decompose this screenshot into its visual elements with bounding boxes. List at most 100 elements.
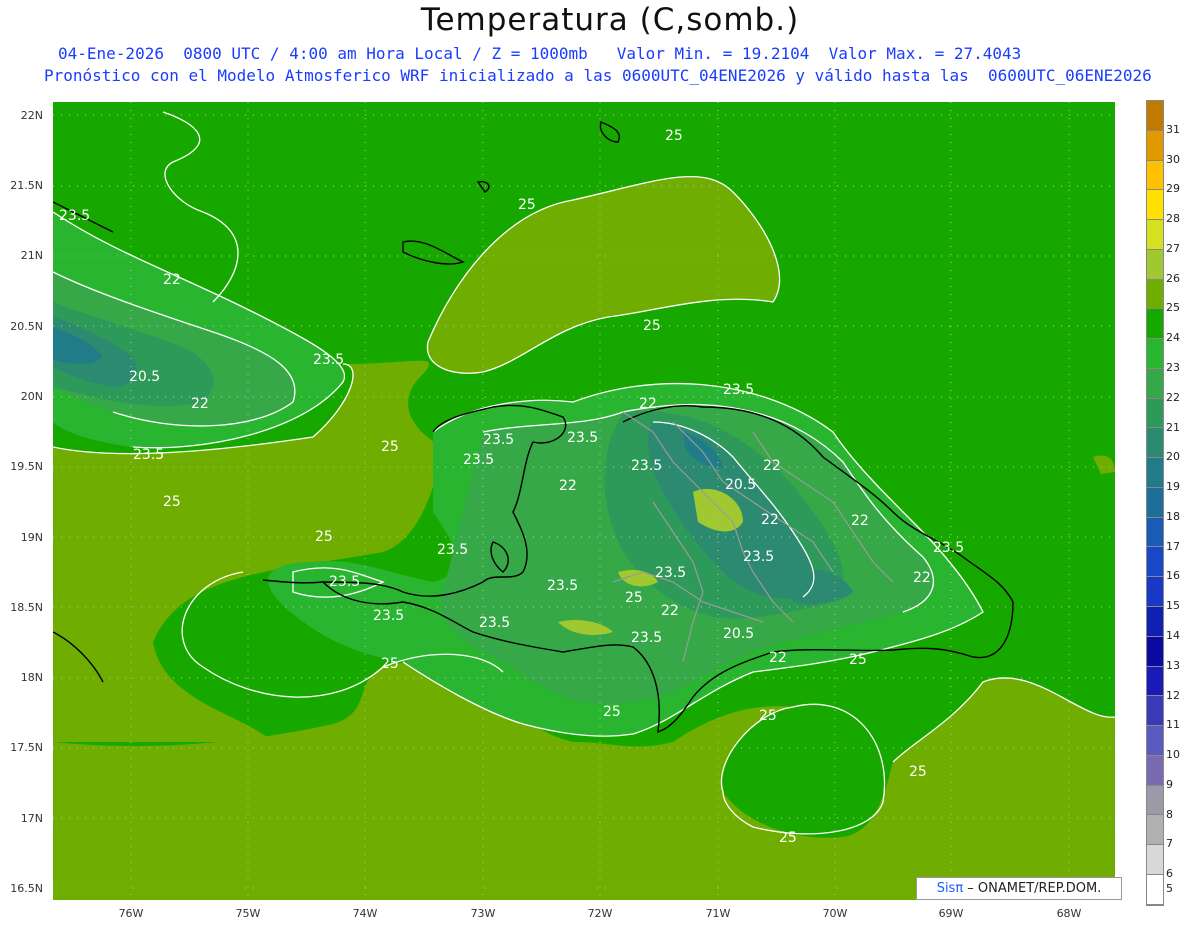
contour-label: 25 — [381, 656, 399, 672]
contour-label: 25 — [849, 652, 867, 668]
colorbar-swatch — [1147, 309, 1163, 340]
colorbar-label: 28 — [1166, 212, 1180, 226]
contour-label: 25 — [315, 529, 333, 545]
model-info-line: Pronóstico con el Modelo Atmosferico WRF… — [44, 66, 1152, 85]
lat-label: 17N — [20, 812, 43, 825]
lon-label: 68W — [1056, 907, 1082, 920]
colorbar-swatch — [1147, 726, 1163, 756]
lat-label: 16.5N — [10, 882, 43, 895]
contour-label: 25 — [625, 590, 643, 606]
forecast-time-line: 04-Ene-2026 0800 UTC / 4:00 am Hora Loca… — [58, 44, 1022, 63]
colorbar-label: 10 — [1166, 748, 1180, 762]
lon-label: 71W — [705, 907, 731, 920]
lat-label: 18.5N — [10, 601, 43, 614]
contour-label: 23.5 — [463, 452, 494, 468]
colorbar-label: 25 — [1166, 301, 1180, 315]
contour-label: 23.5 — [631, 458, 662, 474]
lat-label: 19.5N — [10, 460, 43, 473]
lon-label: 70W — [822, 907, 848, 920]
contour-label: 23.5 — [329, 574, 360, 590]
colorbar-label: 6 — [1166, 867, 1173, 881]
contour-label: 23.5 — [655, 565, 686, 581]
colorbar-swatch — [1147, 577, 1163, 608]
colorbar-label: 19 — [1166, 480, 1180, 494]
contour-label: 23.5 — [483, 432, 514, 448]
contour-label: 22 — [763, 458, 781, 474]
contour-label: 25 — [381, 439, 399, 455]
contour-label: 22 — [851, 513, 869, 529]
colorbar-swatch — [1147, 398, 1163, 429]
lat-label: 18N — [20, 671, 43, 684]
colorbar-label: 18 — [1166, 509, 1180, 523]
colorbar-swatch — [1147, 101, 1163, 131]
colorbar-swatch — [1147, 368, 1163, 399]
credit-text: – ONAMET/REP.DOM. — [963, 881, 1102, 896]
lat-label: 20.5N — [10, 320, 43, 333]
contour-label: 22 — [661, 603, 679, 619]
lon-label: 76W — [118, 907, 144, 920]
colorbar-label: 17 — [1166, 539, 1180, 553]
contour-label: 23.5 — [437, 542, 468, 558]
lon-label: 69W — [938, 907, 964, 920]
colorbar-label: 29 — [1166, 182, 1180, 196]
colorbar-label: 5 — [1166, 882, 1173, 896]
contour-label: 25 — [665, 128, 683, 144]
colorbar-swatch — [1147, 458, 1163, 488]
lat-label: 19N — [20, 531, 43, 544]
contour-label: 23.5 — [723, 382, 754, 398]
contour-label: 23.5 — [313, 352, 344, 368]
colorbar-swatch — [1147, 607, 1163, 637]
contour-label: 23.5 — [479, 615, 510, 631]
contour-label: 22 — [769, 650, 787, 666]
colorbar-label: 21 — [1166, 420, 1180, 434]
colorbar-swatch — [1147, 249, 1163, 280]
contour-label: 20.5 — [129, 369, 160, 385]
lon-label: 75W — [235, 907, 261, 920]
contour-label: 25 — [779, 830, 797, 846]
colorbar-label: 20 — [1166, 450, 1180, 464]
colorbar-swatch — [1147, 190, 1163, 221]
lon-label: 74W — [352, 907, 378, 920]
colorbar-swatch — [1147, 487, 1163, 518]
lat-label: 20N — [20, 390, 43, 403]
colorbar-swatch — [1147, 815, 1163, 846]
colorbar-label: 14 — [1166, 629, 1180, 642]
contour-label: 25 — [518, 197, 536, 213]
contour-label: 25 — [643, 318, 661, 334]
colorbar-label: 12 — [1166, 688, 1180, 702]
lon-label: 73W — [470, 907, 496, 920]
contour-label: 23.5 — [631, 630, 662, 646]
lat-label: 22N — [20, 109, 43, 122]
contour-label: 25 — [603, 704, 621, 720]
colorbar-label: 24 — [1166, 331, 1180, 345]
contour-label: 22 — [913, 570, 931, 586]
colorbar-swatch — [1147, 845, 1163, 875]
colorbar-swatch — [1147, 339, 1163, 369]
colorbar-swatch — [1147, 666, 1163, 697]
contour-label: 20.5 — [725, 477, 756, 493]
credit-box: Sisπ – ONAMET/REP.DOM. — [916, 877, 1122, 900]
lat-label: 21.5N — [10, 179, 43, 192]
contour-label: 22 — [761, 512, 779, 528]
contour-label: 22 — [639, 396, 657, 412]
colorbar-swatch — [1147, 636, 1163, 667]
colorbar-label: 23 — [1166, 361, 1180, 374]
contour-label: 23.5 — [547, 578, 578, 594]
colorbar-swatch — [1147, 428, 1163, 459]
contour-label: 22 — [163, 272, 181, 288]
colorbar-swatch — [1147, 220, 1163, 250]
colorbar-swatch — [1147, 517, 1163, 548]
map-title: Temperatura (C,somb.) — [420, 2, 800, 38]
colorbar-label: 16 — [1166, 569, 1180, 583]
colorbar-label: 7 — [1166, 837, 1173, 851]
colorbar-label: 13 — [1166, 658, 1180, 672]
colorbar-label: 11 — [1166, 718, 1180, 732]
contour-label: 22 — [191, 396, 209, 412]
lat-label: 21N — [20, 249, 43, 262]
colorbar-label: 31 — [1166, 122, 1180, 136]
contour-label: 22 — [559, 478, 577, 494]
colorbar-swatch — [1147, 279, 1163, 310]
contour-label: 23.5 — [373, 608, 404, 624]
sis-logo-text: Sisπ — [936, 881, 964, 896]
lat-label: 17.5N — [10, 741, 43, 754]
